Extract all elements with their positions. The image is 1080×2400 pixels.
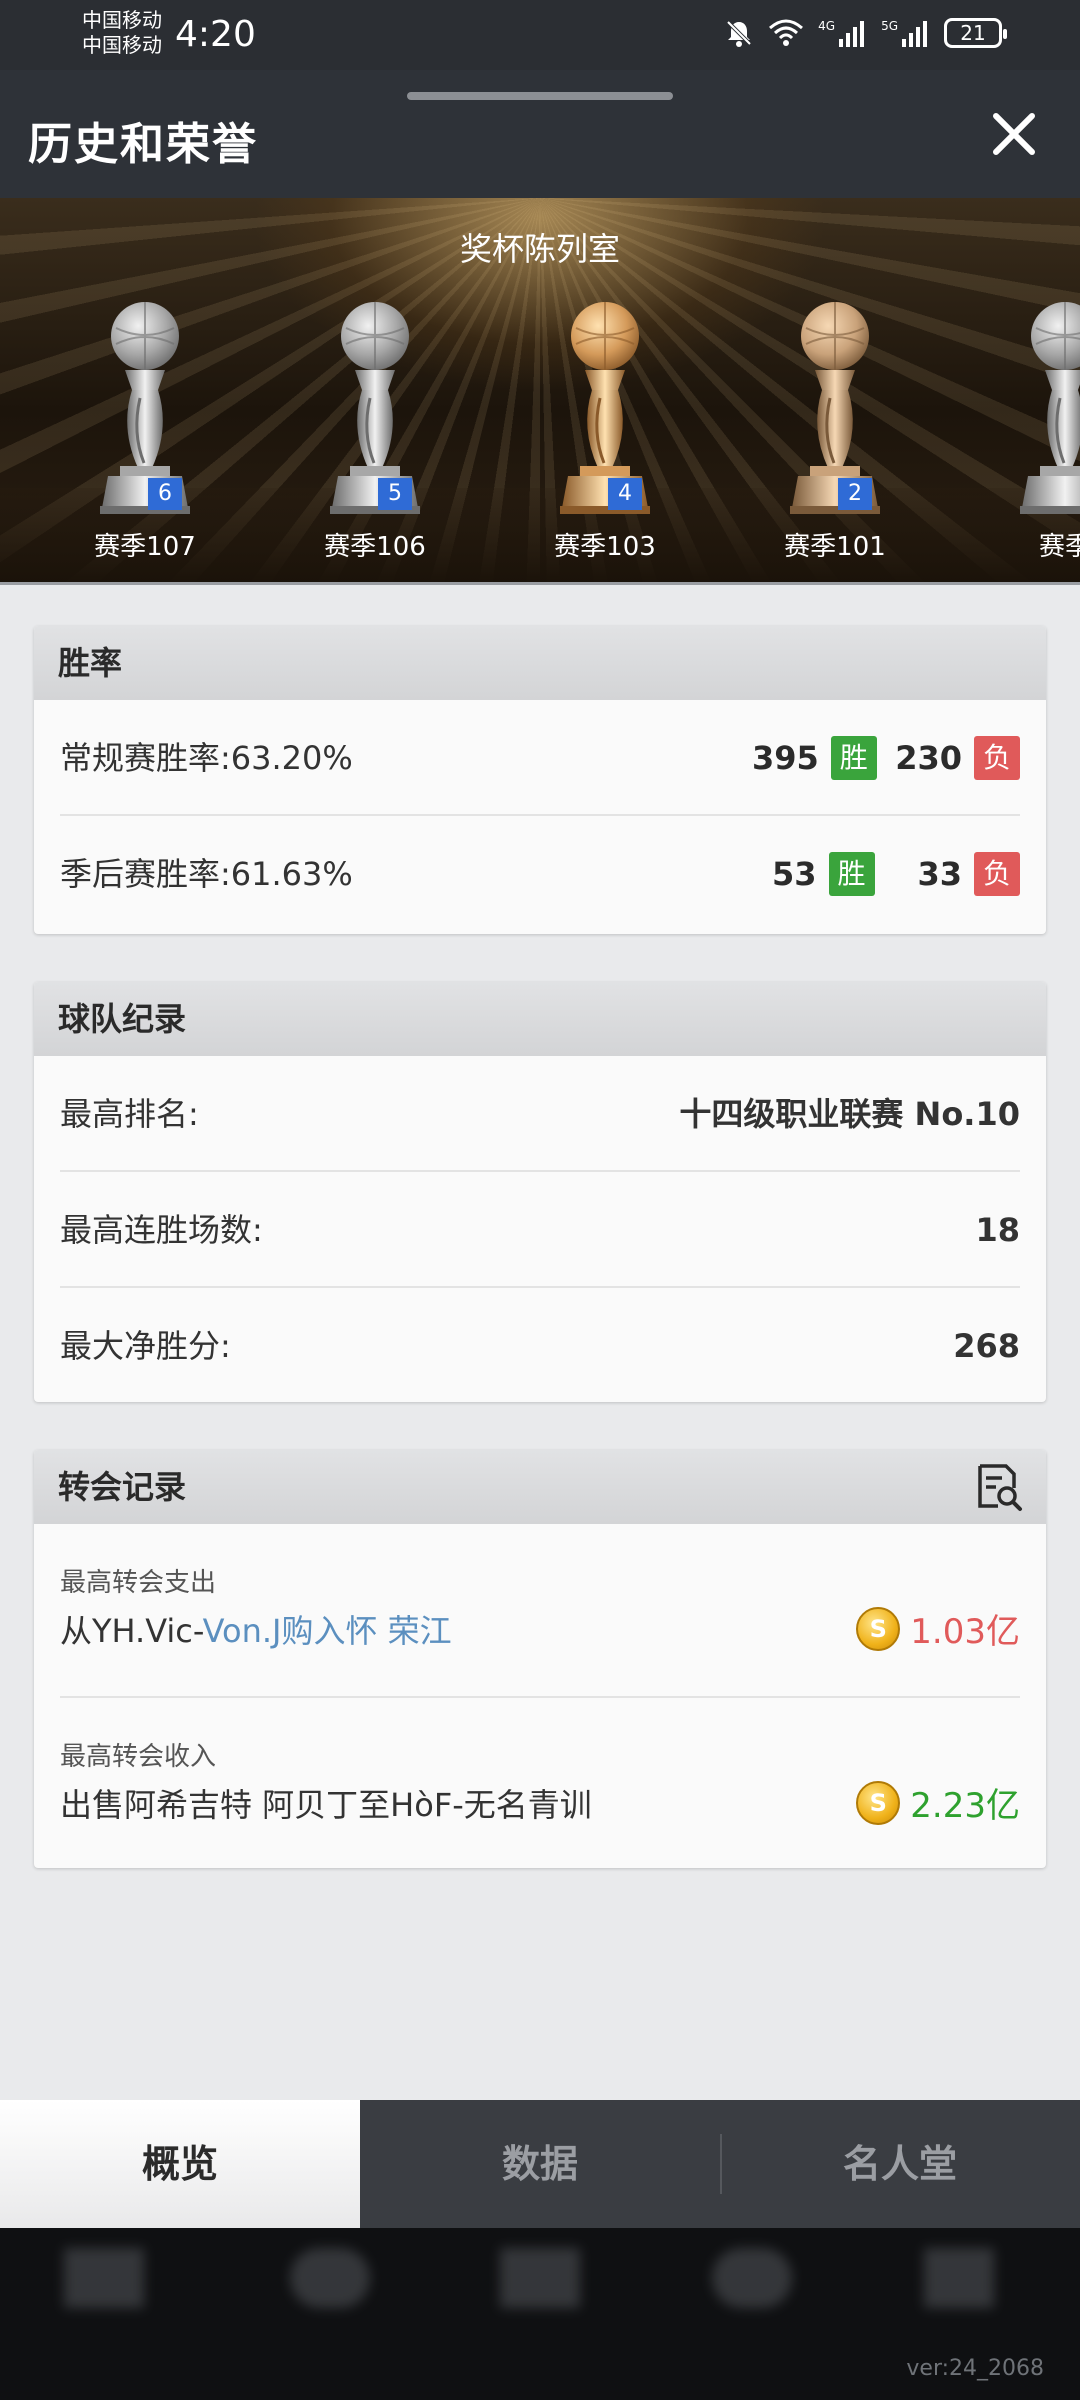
spend-amount-value: 1.03亿	[910, 1612, 1020, 1652]
playoff-wins-count: 53	[772, 855, 817, 893]
transfer-spend-row: 最高转会支出 从YH.Vic-Von.J购入怀 荣江 S 1.03亿	[60, 1524, 1020, 1698]
battery-icon: 21	[944, 18, 1007, 48]
spend-prefix: 从YH.Vic-	[60, 1612, 203, 1650]
trophy-season-label: 赛季101	[784, 532, 886, 562]
tab-data[interactable]: 数据	[360, 2100, 720, 2228]
win-streak-label: 最高连胜场数:	[60, 1211, 263, 1249]
regular-losses: 230 负	[895, 700, 1020, 816]
highest-spend-label: 最高转会支出	[60, 1568, 217, 1598]
trophy-item[interactable]: 4 赛季103	[530, 298, 680, 568]
playoff-row: 季后赛胜率:61.63% 53 胜 33 负	[60, 816, 1020, 932]
coin-icon: S	[856, 1606, 901, 1651]
blurred-icon	[64, 2228, 154, 2348]
playoff-win-rate: 季后赛胜率:61.63%	[60, 855, 353, 893]
close-icon[interactable]	[986, 106, 1042, 162]
trophy-icon	[330, 302, 420, 514]
trophy-showroom-title: 奖杯陈列室	[459, 230, 620, 268]
coin-icon: S	[856, 1780, 901, 1825]
regular-losses-count: 230	[895, 739, 962, 777]
max-point-diff-label: 最大净胜分:	[60, 1327, 231, 1365]
transfer-income-row: 最高转会收入 出售阿希吉特 阿贝丁至HòF-无名青训 S 2.23亿	[60, 1698, 1020, 1868]
network-type-2: 5G	[881, 19, 898, 33]
regular-wins: 395 胜	[752, 700, 877, 816]
trophy-season-label: 赛季107	[94, 532, 196, 562]
income-amount-value: 2.23亿	[910, 1786, 1020, 1826]
header-bar: 历史和荣誉	[0, 70, 1080, 198]
blurred-icon	[500, 2228, 590, 2348]
highest-spend-description: 从YH.Vic-Von.J购入怀 荣江	[60, 1606, 452, 1652]
trophy-season-label: 赛季103	[554, 532, 656, 562]
trophy-season-label: 赛季106	[324, 532, 426, 562]
trophy-count-badge: 4	[608, 478, 642, 510]
record-row: 最高排名: 十四级职业联赛 No.10	[60, 1056, 1020, 1172]
highest-income-description: 出售阿希吉特 阿贝丁至HòF-无名青训	[60, 1786, 592, 1824]
win-rate-title: 胜率	[34, 626, 1046, 700]
regular-wins-count: 395	[752, 739, 819, 777]
highest-rank-value: 十四级职业联赛 No.10	[679, 1095, 1020, 1133]
win-rate-card: 胜率 常规赛胜率:63.20% 395 胜 230 负 季后赛胜率:61.63%…	[34, 626, 1046, 934]
record-row: 最高连胜场数: 18	[60, 1172, 1020, 1288]
trophy-item[interactable]: 赛季	[990, 298, 1080, 568]
team-records-card: 球队纪录 最高排名: 十四级职业联赛 No.10 最高连胜场数: 18 最大净胜…	[34, 982, 1046, 1402]
page-title: 历史和荣誉	[28, 119, 258, 170]
signal-icon-2	[902, 21, 927, 47]
carrier-2: 中国移动	[82, 33, 162, 57]
highest-income-label: 最高转会收入	[60, 1742, 217, 1772]
transfer-records-title: 转会记录	[58, 1468, 187, 1506]
tab-hall-of-fame[interactable]: 名人堂	[720, 2100, 1080, 2228]
trophy-showroom: 奖杯陈列室 6 赛季107 5 赛季106 4 赛季103 2 赛季101 赛季	[0, 198, 1080, 584]
transfer-records-header: 转会记录	[34, 1450, 1046, 1524]
trophy-item[interactable]: 5 赛季106	[300, 298, 450, 568]
version-label: ver:24_2068	[906, 2356, 1044, 2381]
search-document-icon[interactable]	[972, 1462, 1024, 1514]
playoff-losses: 33 负	[917, 816, 1020, 932]
max-point-diff-value: 268	[953, 1327, 1020, 1365]
signal-icon-1	[839, 21, 865, 47]
carrier-1: 中国移动	[82, 8, 162, 32]
club-link[interactable]: Von.J	[203, 1612, 282, 1650]
trophy-icon	[1020, 302, 1080, 514]
playoff-losses-count: 33	[917, 855, 962, 893]
transfer-records-card: 转会记录 最高转会支出 从YH.Vic-Von.J购入怀 荣江 S 1.03亿 …	[34, 1450, 1046, 1868]
trophy-count-badge: 2	[838, 478, 872, 510]
drag-handle[interactable]	[407, 92, 673, 100]
mute-bell-icon	[726, 20, 752, 47]
trophy-icon	[100, 302, 190, 514]
income-amount: S 2.23亿	[856, 1778, 1020, 1827]
trophy-season-label: 赛季	[1038, 532, 1080, 562]
wifi-icon	[769, 19, 804, 46]
clock: 4:20	[175, 14, 256, 55]
battery-level: 21	[960, 21, 986, 45]
blurred-icon	[924, 2228, 1014, 2348]
highest-rank-label: 最高排名:	[60, 1095, 199, 1133]
tab-bar: 概览 数据 名人堂	[0, 2100, 1080, 2228]
trophy-icon	[560, 302, 650, 514]
loss-tag: 负	[974, 852, 1020, 896]
network-type-1: 4G	[818, 19, 836, 33]
blurred-icon	[290, 2228, 380, 2348]
trophy-item[interactable]: 2 赛季101	[760, 298, 910, 568]
regular-season-row: 常规赛胜率:63.20% 395 胜 230 负	[60, 700, 1020, 816]
team-records-title: 球队纪录	[34, 982, 1046, 1056]
spend-amount: S 1.03亿	[856, 1604, 1020, 1653]
trophy-icon	[790, 302, 880, 514]
spend-suffix: 购入怀 荣江	[281, 1612, 452, 1650]
win-tag: 胜	[828, 852, 875, 896]
record-row: 最大净胜分: 268	[60, 1288, 1020, 1402]
trophy-count-badge: 5	[378, 478, 412, 510]
trophy-count-badge: 6	[148, 478, 182, 510]
tab-overview[interactable]: 概览	[0, 2100, 360, 2228]
regular-season-win-rate: 常规赛胜率:63.20%	[60, 739, 353, 777]
playoff-wins: 53 胜	[772, 816, 875, 932]
divider	[0, 582, 1080, 585]
loss-tag: 负	[974, 736, 1020, 780]
status-bar: 中国移动 中国移动 4:20 4G 5G 21	[0, 0, 1080, 70]
carrier-info: 中国移动 中国移动	[82, 8, 162, 58]
win-tag: 胜	[830, 736, 877, 780]
win-streak-value: 18	[975, 1211, 1020, 1249]
blurred-icon	[712, 2228, 802, 2348]
trophy-item[interactable]: 6 赛季107	[70, 298, 220, 568]
status-icons: 4G 5G 21	[724, 18, 1007, 48]
